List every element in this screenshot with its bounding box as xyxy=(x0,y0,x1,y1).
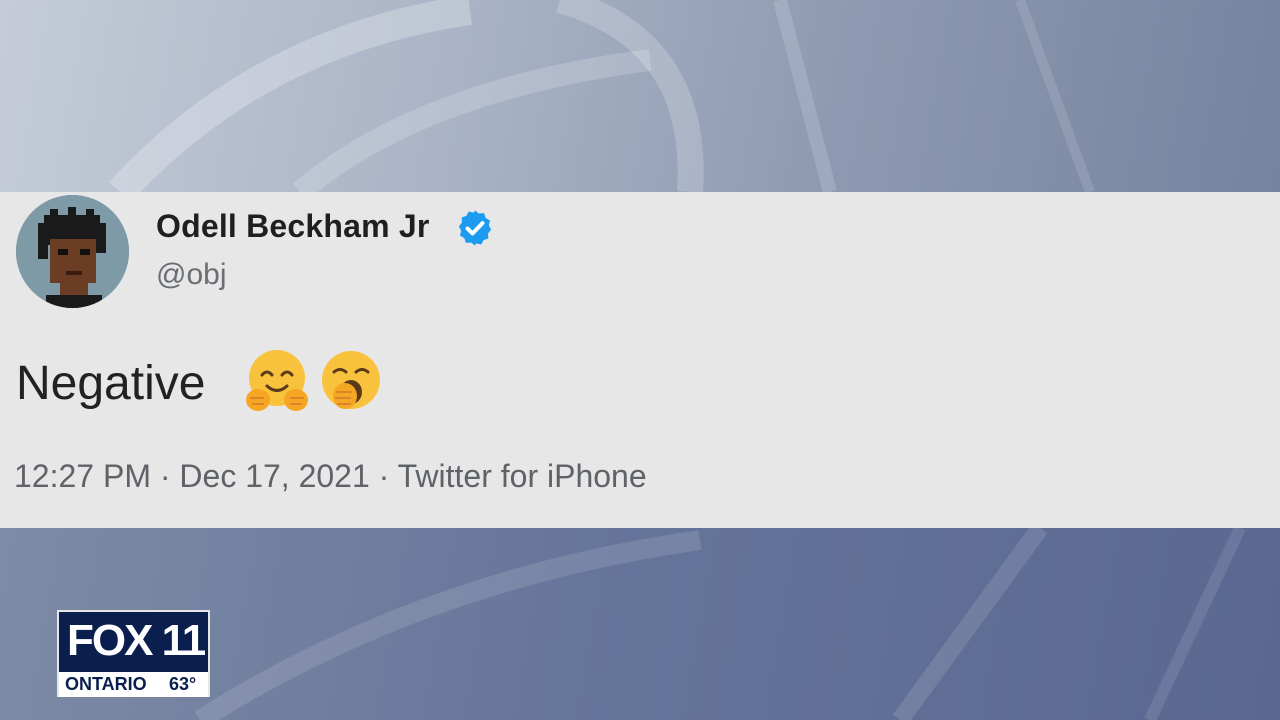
hugging-face-emoji-icon xyxy=(246,350,308,411)
verified-badge-icon xyxy=(458,210,492,246)
author-name[interactable]: Odell Beckham Jr xyxy=(156,208,430,245)
pixel-avatar-icon xyxy=(16,195,129,308)
tweet-date[interactable]: Dec 17, 2021 xyxy=(179,458,369,494)
meta-separator: · xyxy=(378,458,390,494)
avatar[interactable] xyxy=(16,195,129,308)
tweet-text: Negative xyxy=(16,357,206,410)
meta-separator: · xyxy=(159,458,171,494)
station-logo: FOX 11 ONTARIO 63° xyxy=(57,610,210,697)
tweet-meta: 12:27 PM · Dec 17, 2021 · Twitter for iP… xyxy=(14,458,647,495)
station-brand: FOX 11 xyxy=(67,616,206,665)
author-handle[interactable]: @obj xyxy=(156,258,227,292)
station-temperature: 63° xyxy=(169,674,197,694)
station-city: ONTARIO xyxy=(65,674,147,694)
tweet-time[interactable]: 12:27 PM xyxy=(14,458,151,494)
yawning-face-emoji-icon xyxy=(322,351,380,409)
tweet-source: Twitter for iPhone xyxy=(397,458,647,494)
